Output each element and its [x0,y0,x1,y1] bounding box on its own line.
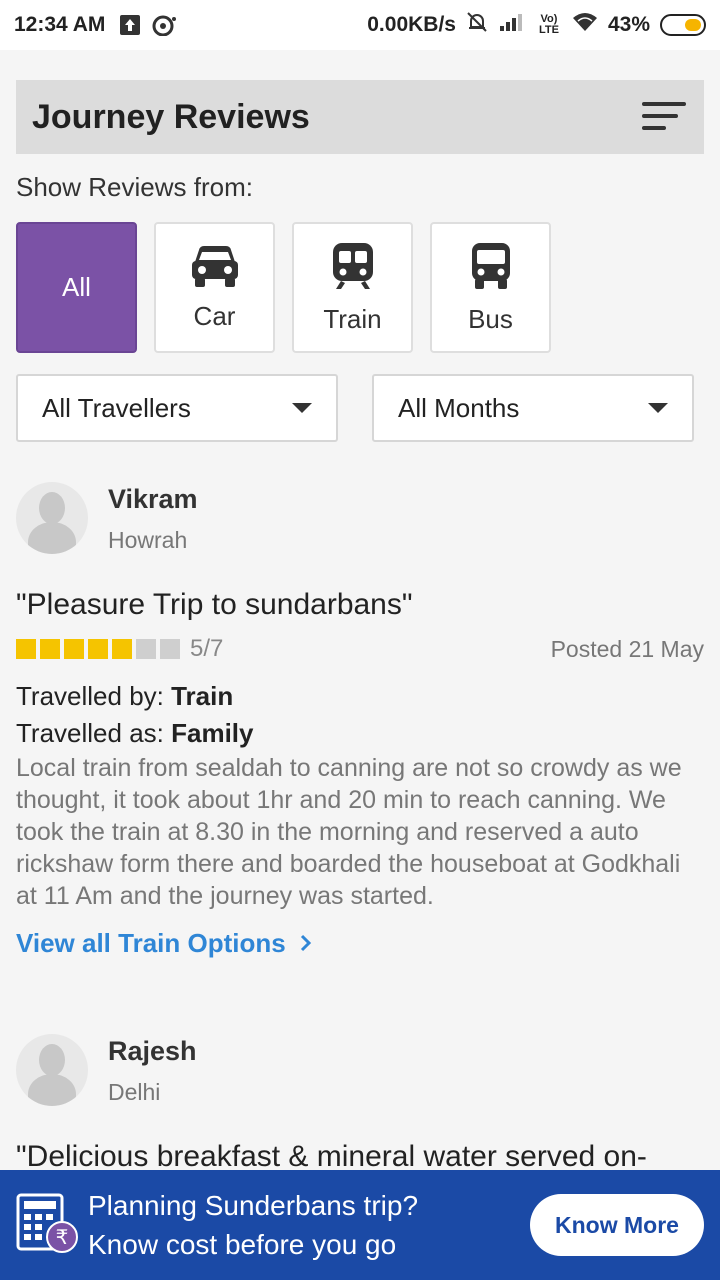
wifi-icon [572,11,598,39]
travelled-as-label: Travelled as: [16,718,172,748]
mode-label: Train [323,303,382,334]
review-card: Vikram Howrah "Pleasure Trip to sundarba… [16,482,704,959]
reviewer-location: Howrah [108,527,188,553]
mode-label: All [62,272,91,302]
rating-score: 5/7 [190,635,224,662]
view-link-label: View all Train Options [16,928,286,958]
banner-line-2: Know cost before you go [88,1229,397,1260]
filter-dropdowns: All Travellers All Months [16,374,694,442]
car-icon [190,244,240,301]
mode-selector: All Car Train Bus [16,222,551,353]
know-more-button[interactable]: Know More [530,1194,704,1256]
filter-label: Show Reviews from: [16,172,253,202]
network-type: Vo) LTE [538,13,559,36]
reviewer: Rajesh Delhi [16,1034,704,1106]
months-value: All Months [398,392,520,423]
status-bar: 12:34 AM 0.00KB/s Vo) LTE 43% [0,0,720,50]
status-time: 12:34 AM [14,13,106,36]
reviewer-name: Rajesh [108,1036,197,1066]
reviewer-name: Vikram [108,484,198,514]
avatar [16,482,88,554]
reviewer: Vikram Howrah [16,482,704,554]
svg-text:₹: ₹ [56,1225,69,1249]
sort-icon[interactable] [642,100,688,134]
star-filled [64,639,84,659]
travelled-by-label: Travelled by: [16,681,172,711]
page-header: Journey Reviews [16,80,704,154]
bus-icon [469,241,513,304]
battery-percent: 43% [607,13,650,36]
mode-train-button[interactable]: Train [292,222,413,353]
travellers-value: All Travellers [42,392,191,423]
travelled-by: Travelled by: Train [16,678,704,715]
mode-all-button[interactable]: All [16,222,137,353]
review-title: "Delicious breakfast & mineral water ser… [16,1140,647,1173]
months-dropdown[interactable]: All Months [372,374,694,442]
mode-car-button[interactable]: Car [154,222,275,353]
banner-line-1: Planning Sunderbans trip? [88,1190,419,1221]
dropdown-arrow-icon [292,403,312,413]
travelled-as-value: Family [171,718,254,748]
star-rating [16,639,180,659]
view-train-options-link[interactable]: View all Train Options [16,928,704,959]
star-empty [160,639,180,659]
star-filled [16,639,36,659]
mode-label: Bus [468,303,513,334]
calculator-rupee-icon: ₹ [16,1191,80,1260]
mode-bus-button[interactable]: Bus [430,222,551,353]
rating-row: 5/7 Posted 21 May [16,634,704,664]
travelled-as: Travelled as: Family [16,715,704,752]
page-title: Journey Reviews [32,97,310,136]
reviewer-location: Delhi [108,1079,161,1105]
travelled-by-value: Train [171,681,234,711]
mode-label: Car [193,300,236,331]
review-card: Rajesh Delhi "Delicious breakfast & mine… [16,1034,704,1174]
travel-info: Travelled by: Train Travelled as: Family [16,678,704,752]
network-speed: 0.00KB/s [367,13,456,36]
review-title: "Pleasure Trip to sundarbans" [16,588,413,621]
train-icon [331,241,375,304]
star-filled [40,639,60,659]
travellers-dropdown[interactable]: All Travellers [16,374,338,442]
star-empty [136,639,156,659]
star-filled [112,639,132,659]
banner-text: Planning Sunderbans trip? Know cost befo… [88,1186,418,1264]
signal-icon [498,11,526,39]
mute-icon [466,11,488,39]
chevron-right-icon [300,928,312,959]
avatar [16,1034,88,1106]
trip-cost-banner: ₹ Planning Sunderbans trip? Know cost be… [0,1170,720,1280]
posted-date: Posted 21 May [550,635,704,662]
battery-icon [660,14,706,36]
star-filled [88,639,108,659]
dropdown-arrow-icon [648,403,668,413]
upload-icon [119,14,141,36]
review-text: Local train from sealdah to canning are … [16,754,682,910]
cast-icon [151,14,177,36]
